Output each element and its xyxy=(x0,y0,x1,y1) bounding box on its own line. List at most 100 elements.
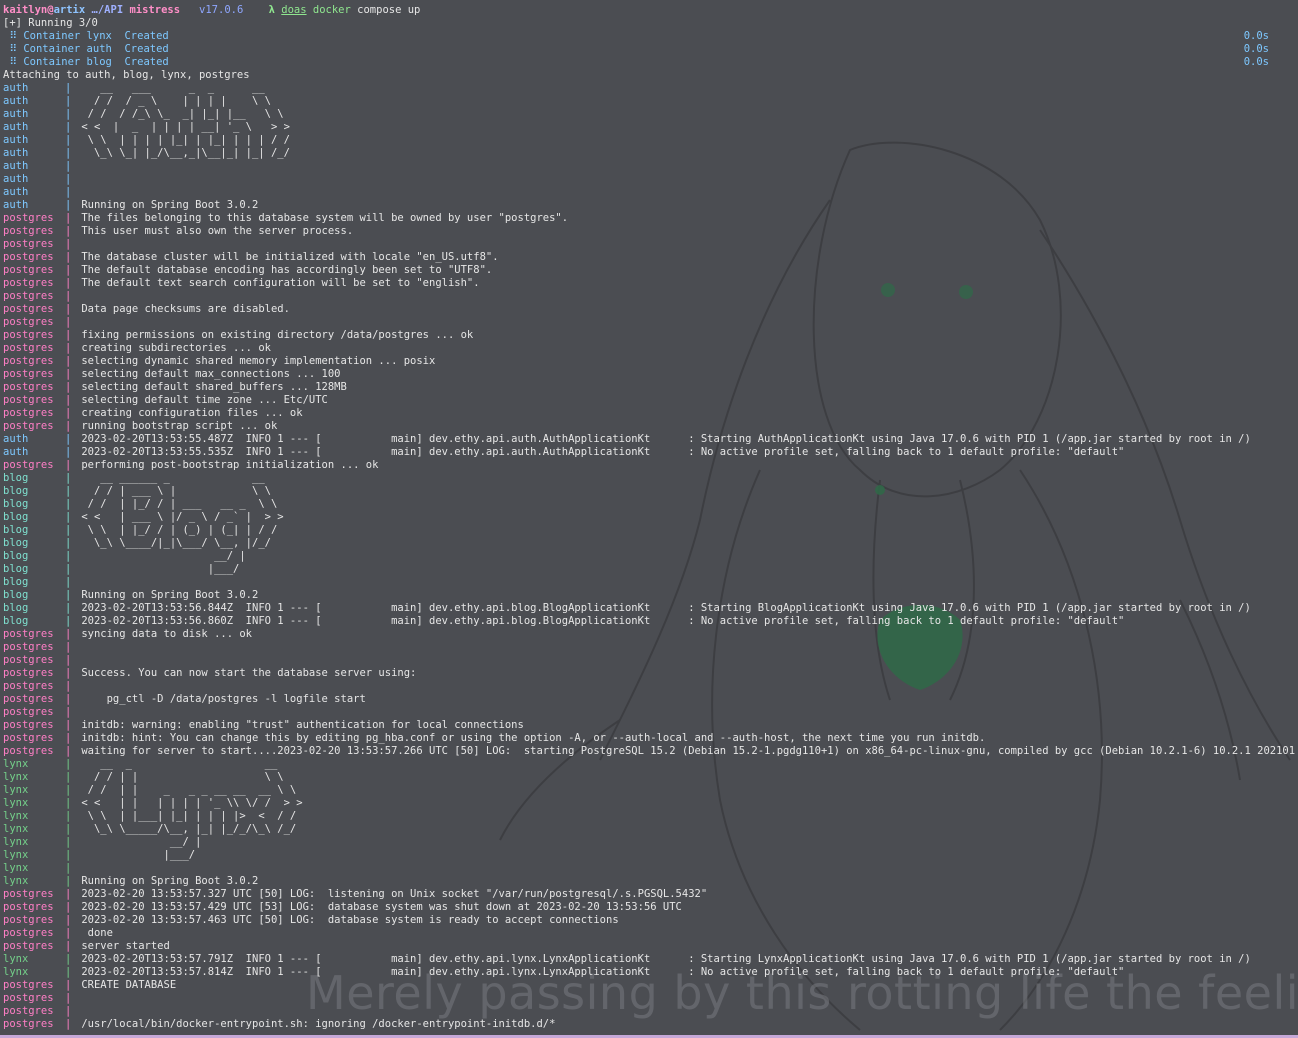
log-message: \_\ \_____/\__, |_| |_/_/\_\ /_/ xyxy=(75,823,297,835)
log-line: blog | / / | ___ \ | \ \ xyxy=(3,485,1295,498)
service-name: postgres xyxy=(3,368,54,380)
log-message: initdb: hint: You can change this by edi… xyxy=(75,732,986,744)
log-separator: | xyxy=(65,147,72,159)
log-separator: | xyxy=(65,563,72,575)
log-message: 2023-02-20T13:53:55.487Z INFO 1 --- [ ma… xyxy=(75,433,1251,445)
log-line: postgres | xyxy=(3,238,1295,251)
log-message: / / / _ \ | | | | \ \ xyxy=(75,95,271,107)
log-message: / / | |_/ / | ___ __ _ \ \ xyxy=(75,498,278,510)
log-message: selecting dynamic shared memory implemen… xyxy=(75,355,436,367)
log-message: 2023-02-20 13:53:57.463 UTC [50] LOG: da… xyxy=(75,914,619,926)
log-message: selecting default time zone ... Etc/UTC xyxy=(75,394,328,406)
log-line: postgres | xyxy=(3,680,1295,693)
log-line: blog | / / | |_/ / | ___ __ _ \ \ xyxy=(3,498,1295,511)
container-status-time: 0.0s xyxy=(1243,30,1269,42)
log-separator: | xyxy=(65,225,72,237)
service-name: postgres xyxy=(3,394,54,406)
container-status-line: ⠿ Container auth Created 0.0s xyxy=(3,43,1295,56)
log-message: < < | | | | | | '_ \\ \/ / > > xyxy=(75,797,303,809)
service-name: lynx xyxy=(3,862,29,874)
log-message: __ ______ _ __ xyxy=(75,472,265,484)
service-name: auth xyxy=(3,446,29,458)
log-separator: | xyxy=(65,745,72,757)
service-name: postgres xyxy=(3,329,54,341)
log-line: postgres | creating subdirectories ... ok xyxy=(3,342,1295,355)
log-line: auth | __ ___ _ _ __ xyxy=(3,82,1295,95)
log-separator: | xyxy=(65,212,72,224)
log-separator: | xyxy=(65,407,72,419)
service-name: auth xyxy=(3,82,29,94)
log-separator: | xyxy=(65,732,72,744)
service-name: postgres xyxy=(3,693,54,705)
service-name: lynx xyxy=(3,797,29,809)
service-name: postgres xyxy=(3,641,54,653)
log-message: 2023-02-20 13:53:57.429 UTC [53] LOG: da… xyxy=(75,901,682,913)
log-message: CREATE DATABASE xyxy=(75,979,177,991)
log-line: lynx | / / | | _ _ _ __ __ __ \ \ xyxy=(3,784,1295,797)
log-line: auth | \_\ \_| |_/\__,_|\__|_| |_| /_/ xyxy=(3,147,1295,160)
log-message: initdb: warning: enabling "trust" authen… xyxy=(75,719,524,731)
log-message: selecting default max_connections ... 10… xyxy=(75,368,341,380)
log-separator: | xyxy=(65,693,72,705)
log-message: 2023-02-20T13:53:56.844Z INFO 1 --- [ ma… xyxy=(75,602,1251,614)
log-separator: | xyxy=(65,95,72,107)
log-separator: | xyxy=(65,511,72,523)
log-line: blog | \ \ | |_/ / | (_) | (_| | / / xyxy=(3,524,1295,537)
log-line: lynx | __ _ __ xyxy=(3,758,1295,771)
log-separator: | xyxy=(65,576,72,588)
log-line: auth | xyxy=(3,186,1295,199)
log-message: \_\ \____/|_|\___/ \__, |/_/ xyxy=(75,537,271,549)
command-doas: doas xyxy=(281,4,307,16)
service-name: blog xyxy=(3,563,29,575)
log-line: postgres | pg_ctl -D /data/postgres -l lo… xyxy=(3,693,1295,706)
log-message: The default database encoding has accord… xyxy=(75,264,493,276)
log-separator: | xyxy=(65,550,72,562)
service-name: lynx xyxy=(3,771,29,783)
log-separator: | xyxy=(65,836,72,848)
service-name: auth xyxy=(3,186,29,198)
log-line: postgres | selecting default max_connecti… xyxy=(3,368,1295,381)
log-line: lynx | \ \ | |___| |_| | | | |> < / / xyxy=(3,810,1295,823)
service-name: auth xyxy=(3,199,29,211)
log-message: Data page checksums are disabled. xyxy=(75,303,290,315)
log-line: auth | 2023-02-20T13:53:55.535Z INFO 1 --… xyxy=(3,446,1295,459)
container-status-text: ⠿ Container auth Created xyxy=(3,43,169,55)
log-message: \_\ \_| |_/\__,_|\__|_| |_| /_/ xyxy=(75,147,290,159)
service-name: auth xyxy=(3,160,29,172)
log-line: postgres | xyxy=(3,992,1295,1005)
service-name: lynx xyxy=(3,823,29,835)
service-name: lynx xyxy=(3,953,29,965)
log-message: < < | _ | | | | __| '_ \ > > xyxy=(75,121,290,133)
prompt-host: artix xyxy=(53,4,86,16)
log-line: postgres | waiting for server to start...… xyxy=(3,745,1295,758)
log-separator: | xyxy=(65,875,72,887)
log-separator: | xyxy=(65,251,72,263)
log-message: 2023-02-20T13:53:57.791Z INFO 1 --- [ ma… xyxy=(75,953,1251,965)
log-message: / / | | _ _ _ __ __ __ \ \ xyxy=(75,784,297,796)
service-name: lynx xyxy=(3,836,29,848)
log-message: /usr/local/bin/docker-entrypoint.sh: ign… xyxy=(75,1018,556,1030)
service-name: postgres xyxy=(3,654,54,666)
log-message: 2023-02-20 13:53:57.327 UTC [50] LOG: li… xyxy=(75,888,708,900)
log-separator: | xyxy=(65,108,72,120)
log-separator: | xyxy=(65,329,72,341)
log-message: syncing data to disk ... ok xyxy=(75,628,253,640)
log-separator: | xyxy=(65,199,72,211)
log-message: fixing permissions on existing directory… xyxy=(75,329,474,341)
log-message: 2023-02-20T13:53:56.860Z INFO 1 --- [ ma… xyxy=(75,615,1125,627)
log-message: The files belonging to this database sys… xyxy=(75,212,569,224)
log-message: |___/ xyxy=(75,849,196,861)
log-message: __/ | xyxy=(75,550,246,562)
log-line: lynx | Running on Spring Boot 3.0.2 xyxy=(3,875,1295,888)
log-message: \ \ | | | | |_| | |_| | | | / / xyxy=(75,134,290,146)
service-name: auth xyxy=(3,95,29,107)
log-separator: | xyxy=(65,498,72,510)
log-line: auth | / / / /_\ \_ _| |_| |__ \ \ xyxy=(3,108,1295,121)
log-line: auth | \ \ | | | | |_| | |_| | | | / / xyxy=(3,134,1295,147)
terminal-output[interactable]: kaitlyn@artix …/API mistress v17.0.6 λ d… xyxy=(3,4,1295,1031)
log-separator: | xyxy=(65,771,72,783)
log-separator: | xyxy=(65,264,72,276)
service-name: lynx xyxy=(3,849,29,861)
container-status-time: 0.0s xyxy=(1243,56,1269,68)
log-separator: | xyxy=(65,719,72,731)
